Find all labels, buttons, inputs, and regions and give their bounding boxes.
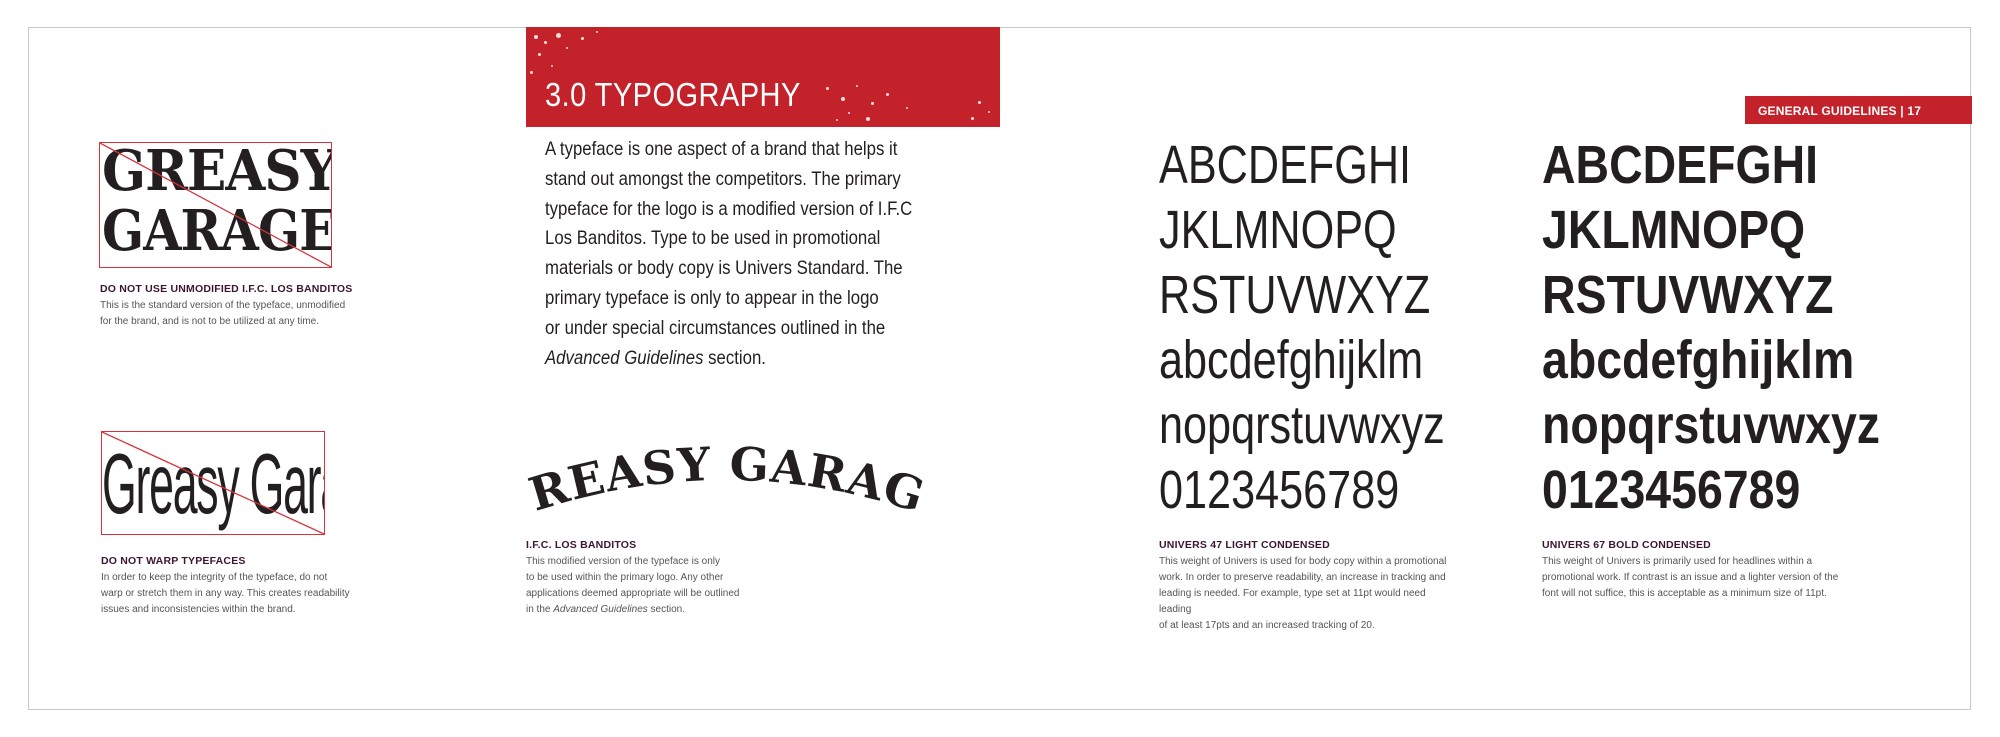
unmodified-caption-heading: DO NOT USE UNMODIFIED I.F.C. LOS BANDITO… <box>100 283 353 295</box>
light-specimen-line: nopqrstuvwxyz <box>1159 395 1445 455</box>
light-specimen-line: ABCDEFGHI <box>1159 135 1412 195</box>
primary-logo: GREASY GARAGE <box>520 430 930 523</box>
page-tab-label: GENERAL GUIDELINES | 17 <box>1758 104 1922 118</box>
bold-specimen-line: JKLMNOPQ <box>1542 200 1806 260</box>
warped-logo-example: Greasy Garage <box>101 431 325 535</box>
light-specimen-line: 0123456789 <box>1159 460 1400 520</box>
svg-text:GREASY GARAGE: GREASY GARAGE <box>520 430 930 523</box>
warped-caption-heading: DO NOT WARP TYPEFACES <box>101 555 246 567</box>
light-specimen-line: RSTUVWXYZ <box>1159 265 1431 325</box>
bold-specimen-line: 0123456789 <box>1542 460 1801 520</box>
unmodified-logo-example: GREASY GARAGE <box>99 142 332 268</box>
light-specimen-caption-body: This weight of Univers is used for body … <box>1159 556 1447 631</box>
primary-logo-caption-body: This modified version of the typeface is… <box>526 556 740 615</box>
bold-specimen-line: ABCDEFGHI <box>1542 135 1819 195</box>
intro-paragraph: A typeface is one aspect of a brand that… <box>545 138 913 369</box>
light-specimen-caption-heading: UNIVERS 47 LIGHT CONDENSED <box>1159 539 1330 551</box>
bold-specimen-line: RSTUVWXYZ <box>1542 265 1834 325</box>
unmodified-caption-body: This is the standard version of the type… <box>100 300 346 327</box>
bold-specimen-caption-heading: UNIVERS 67 BOLD CONDENSED <box>1542 539 1711 551</box>
warped-caption-body: In order to keep the integrity of the ty… <box>101 572 350 615</box>
strike-through-icon <box>100 143 331 267</box>
bold-specimen-line: abcdefghijklm <box>1542 330 1855 390</box>
strike-through-icon <box>102 432 324 534</box>
section-title: 3.0 TYPOGRAPHY <box>545 76 801 113</box>
primary-logo-caption-heading: I.F.C. LOS BANDITOS <box>526 539 637 551</box>
bold-specimen-caption-body: This weight of Univers is primarily used… <box>1542 556 1839 599</box>
bold-specimen-line: nopqrstuvwxyz <box>1542 395 1881 455</box>
light-specimen-line: JKLMNOPQ <box>1159 200 1397 260</box>
light-specimen-line: abcdefghijklm <box>1159 330 1424 390</box>
